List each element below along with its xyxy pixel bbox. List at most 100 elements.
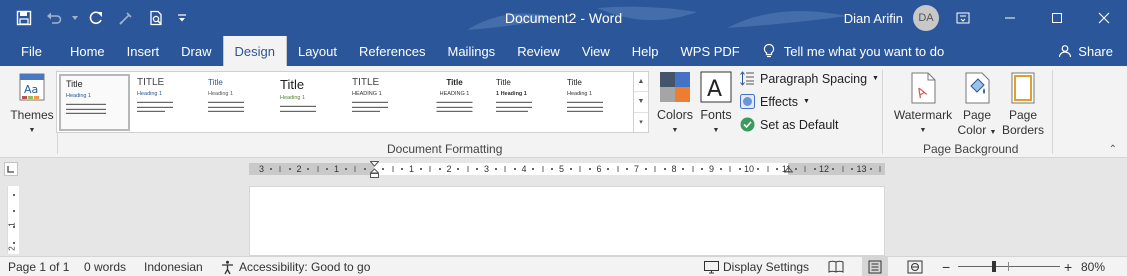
ruler-tick [767, 166, 769, 172]
watermark-label: Watermark [893, 108, 953, 122]
style-set-sample-text: ▬▬▬▬▬▬▬▬▬ ▬▬▬▬▬▬▬▬▬ ▬▬▬▬▬▬▬ [137, 99, 173, 114]
ruler-tick [692, 166, 694, 172]
style-set-title: Title [66, 79, 83, 89]
style-set-2[interactable]: Title Heading 1 ▬▬▬▬▬▬▬▬▬ ▬▬▬▬▬▬▬▬▬ ▬▬▬▬▬▬… [203, 74, 274, 131]
tab-draw[interactable]: Draw [170, 36, 222, 66]
tab-layout[interactable]: Layout [287, 36, 348, 66]
style-set-0[interactable]: Title Heading 1 ▬▬▬▬▬▬▬▬▬▬ ▬▬▬▬▬▬▬▬▬▬ ▬▬▬▬… [59, 74, 130, 131]
tab-insert[interactable]: Insert [116, 36, 171, 66]
checkmark-icon [740, 117, 755, 132]
indent-marker-icon[interactable] [370, 161, 379, 179]
zoom-level[interactable]: 80% [1081, 257, 1105, 276]
style-set-heading: Heading 1 [208, 91, 234, 97]
tab-help[interactable]: Help [621, 36, 670, 66]
style-set-heading: Heading 1 [137, 91, 163, 97]
tab-mailings[interactable]: Mailings [437, 36, 507, 66]
style-set-7[interactable]: Title Heading 1 ▬▬▬▬▬▬▬▬▬ ▬▬▬▬▬▬▬▬▬ ▬▬▬▬▬▬… [562, 74, 633, 131]
page-borders-label-1: Page [1008, 108, 1038, 122]
paragraph-spacing-button[interactable]: Paragraph Spacing ▼ [740, 71, 879, 86]
watermark-button[interactable]: A Watermark ▼ [892, 72, 954, 138]
style-set-5[interactable]: Title HEADING 1 ▬▬▬▬▬▬▬▬▬ ▬▬▬▬▬▬▬▬▬ ▬▬▬▬▬▬… [419, 74, 490, 131]
style-set-3[interactable]: Title Heading 1 ▬▬▬▬▬▬▬▬▬ ▬▬▬▬▬▬▬▬▬ [275, 74, 346, 131]
tab-home[interactable]: Home [59, 36, 116, 66]
ruler-number: 2 [7, 246, 17, 251]
web-layout-icon[interactable] [907, 257, 923, 276]
style-set-heading: Heading 1 [567, 91, 593, 97]
tab-selector[interactable] [4, 162, 18, 176]
horizontal-ruler[interactable]: 3 2 1 1 2 3 4 5 6 7 8 9 10 11 12 13 [249, 161, 885, 178]
style-set-sample-text: ▬▬▬▬▬▬▬▬▬▬ ▬▬▬▬▬▬▬▬▬▬ ▬▬▬▬▬▬▬▬▬▬ [66, 101, 106, 116]
fonts-label: Fonts [700, 108, 732, 122]
word-count[interactable]: 0 words [84, 257, 126, 276]
vertical-ruler[interactable]: 12 [7, 186, 19, 254]
ruler-tick [551, 168, 554, 170]
gallery-down-icon[interactable]: ▼ [634, 92, 648, 113]
ruler-tick [832, 168, 835, 170]
zoom-out-button[interactable]: − [942, 257, 950, 276]
page-borders-button[interactable]: Page Borders [1000, 72, 1046, 138]
display-settings-icon [704, 260, 719, 273]
ruler-tick [738, 168, 741, 170]
account[interactable]: Dian Arifin DA [844, 0, 939, 36]
undo-dropdown-icon[interactable] [70, 4, 80, 32]
tab-review[interactable]: Review [506, 36, 571, 66]
collapse-ribbon-icon[interactable]: ⌃ [1109, 144, 1117, 155]
zoom-slider[interactable] [958, 266, 1060, 267]
gallery-more-icon[interactable]: ▾ [634, 113, 648, 132]
fonts-icon: A [700, 71, 732, 103]
language[interactable]: Indonesian [144, 257, 203, 276]
svg-text:Aa: Aa [24, 83, 38, 96]
gallery-scroll: ▲ ▼ ▾ [634, 71, 649, 133]
style-set-6[interactable]: Title 1 Heading 1 ▬▬▬▬▬▬▬▬▬ ▬▬▬▬▬▬▬▬▬ ▬▬▬▬… [491, 74, 562, 131]
format-painter-icon[interactable] [112, 4, 140, 32]
ruler-tick [813, 168, 816, 170]
style-set-4[interactable]: TITLE HEADING 1 ▬▬▬▬▬▬▬▬▬ ▬▬▬▬▬▬▬▬▬ ▬▬▬▬▬▬… [347, 74, 418, 131]
read-mode-icon[interactable] [828, 257, 844, 276]
zoom-slider-thumb[interactable] [992, 261, 996, 272]
document-page[interactable] [249, 186, 885, 256]
page-borders-icon [1011, 72, 1035, 104]
tab-view[interactable]: View [571, 36, 621, 66]
share-button[interactable]: Share [1058, 36, 1113, 66]
tab-design[interactable]: Design [222, 36, 287, 66]
tab-references[interactable]: References [348, 36, 436, 66]
tab-file[interactable]: File [0, 36, 59, 66]
ribbon-display-options-icon[interactable] [939, 0, 986, 36]
gallery-up-icon[interactable]: ▲ [634, 72, 648, 93]
ruler-tick [776, 168, 779, 170]
print-preview-icon[interactable] [142, 4, 170, 32]
redo-icon[interactable] [82, 4, 110, 32]
themes-button[interactable]: Aa Themes ▼ [10, 72, 54, 138]
svg-text:A: A [707, 77, 722, 102]
ruler-row: 3 2 1 1 2 3 4 5 6 7 8 9 10 11 12 13 [0, 158, 1127, 182]
customize-qat-icon[interactable] [172, 4, 192, 32]
tab-wps-pdf[interactable]: WPS PDF [670, 36, 751, 66]
style-set-sample-text: ▬▬▬▬▬▬▬▬▬ ▬▬▬▬▬▬▬▬▬ ▬▬▬▬▬▬▬▬▬ [567, 99, 603, 114]
chevron-down-icon: ▼ [671, 127, 679, 134]
style-set-title: TITLE [137, 77, 165, 88]
save-icon[interactable] [10, 4, 38, 32]
ruler-number: 6 [596, 164, 602, 174]
separator [882, 70, 883, 154]
print-layout-icon[interactable] [862, 257, 888, 276]
tell-me-search[interactable]: Tell me what you want to do [751, 36, 955, 66]
display-settings[interactable]: Display Settings [704, 257, 809, 276]
zoom-in-button[interactable]: + [1064, 257, 1072, 276]
colors-button[interactable]: Colors ▼ [654, 71, 696, 138]
ruler-number: 10 [743, 164, 755, 174]
ruler-tick [851, 168, 854, 170]
minimize-icon[interactable] [986, 0, 1033, 36]
page-count[interactable]: Page 1 of 1 [8, 257, 69, 276]
tell-me-label: Tell me what you want to do [783, 43, 945, 59]
avatar[interactable]: DA [913, 5, 939, 31]
close-icon[interactable] [1080, 0, 1127, 36]
fonts-button[interactable]: A Fonts ▼ [698, 71, 734, 138]
restore-icon[interactable] [1033, 0, 1080, 36]
effects-button[interactable]: Effects ▼ [740, 94, 810, 109]
accessibility-status[interactable]: Accessibility: Good to go [220, 257, 370, 276]
style-set-1[interactable]: TITLE Heading 1 ▬▬▬▬▬▬▬▬▬ ▬▬▬▬▬▬▬▬▬ ▬▬▬▬▬▬… [132, 74, 203, 131]
set-as-default-button[interactable]: Set as Default [740, 117, 839, 132]
undo-icon[interactable] [40, 4, 68, 32]
page-color-button[interactable]: Page Color ▼ [956, 72, 998, 140]
style-set-heading: HEADING 1 [439, 91, 470, 97]
